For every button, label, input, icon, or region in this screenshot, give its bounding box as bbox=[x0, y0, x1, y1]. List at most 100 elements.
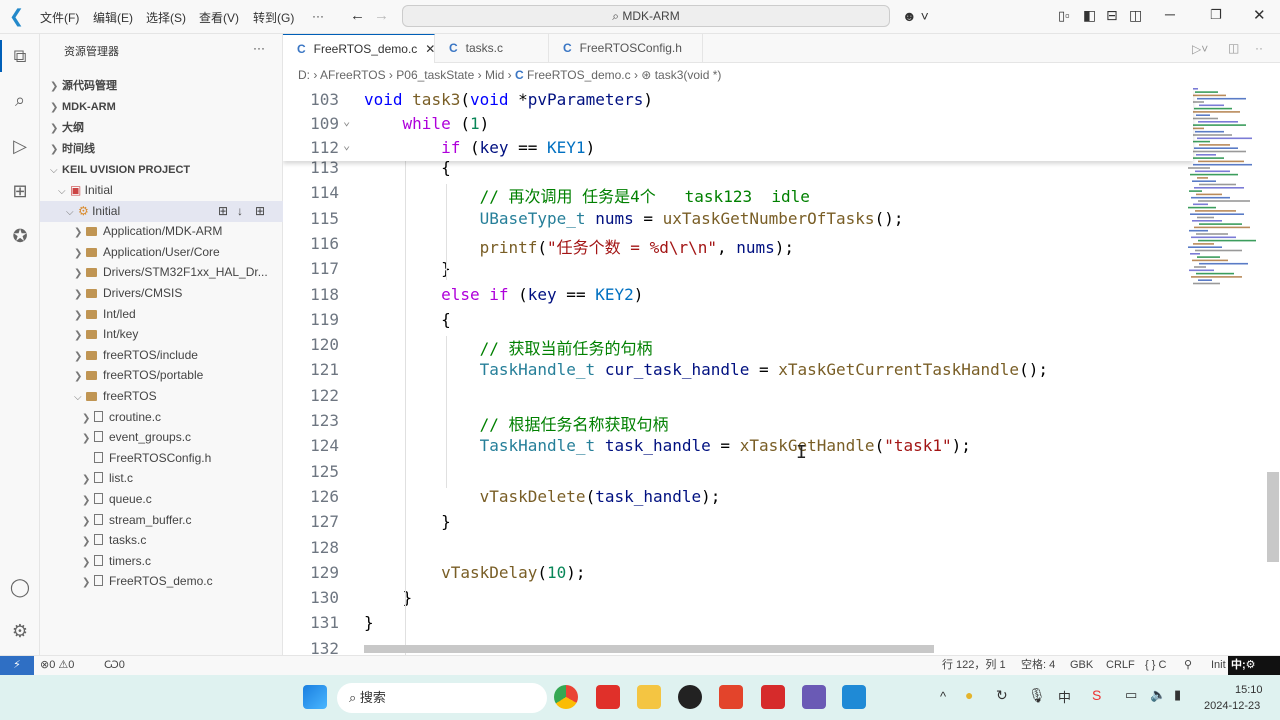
keil-uvision-icon[interactable] bbox=[802, 685, 826, 709]
horizontal-scrollbar-thumb[interactable] bbox=[364, 645, 934, 653]
tree-folder[interactable]: ❯ freeRTOS/portable bbox=[40, 365, 283, 386]
tree-folder[interactable]: ❯ Int/key bbox=[40, 324, 283, 345]
command-center-search[interactable]: ⌕ MDK-ARM bbox=[402, 5, 890, 27]
tree-folder[interactable]: ❯ Drivers/STM32F1xx_HAL_Dr... bbox=[40, 262, 283, 283]
restore-icon[interactable]: ❐ bbox=[1210, 7, 1222, 23]
sidebar-section[interactable]: ❯ MDK-ARM bbox=[40, 96, 283, 117]
tab-freertos_demo-c[interactable]: C FreeRTOS_demo.c ✕ bbox=[283, 34, 435, 63]
toggle-panel-icon[interactable]: ⊟ bbox=[1106, 7, 1118, 24]
keil-icon[interactable]: ✪ bbox=[8, 224, 32, 248]
init-status[interactable]: Init bbox=[1211, 656, 1226, 675]
menu-item[interactable]: 查看(V) bbox=[199, 9, 239, 26]
copilot-icon[interactable]: ☻ ˅ bbox=[902, 8, 929, 24]
back-arrow-icon[interactable]: ← bbox=[350, 7, 365, 24]
start-button-icon[interactable] bbox=[303, 685, 327, 709]
tree-folder[interactable]: ❯ freeRTOS/include bbox=[40, 345, 283, 366]
chrome-icon[interactable] bbox=[554, 685, 578, 709]
menu-item[interactable]: ··· bbox=[312, 9, 324, 23]
sidebar-section[interactable]: ❯ 源代码管理 bbox=[40, 75, 283, 96]
menu-item[interactable]: 选择(S) bbox=[146, 9, 186, 26]
close-tab-icon[interactable]: ✕ bbox=[425, 42, 435, 56]
wps-icon[interactable] bbox=[596, 685, 620, 709]
vscode-taskbar-icon[interactable] bbox=[842, 685, 866, 709]
tree-file[interactable]: FreeRTOSConfig.h bbox=[40, 448, 283, 469]
file-explorer-icon[interactable] bbox=[637, 685, 661, 709]
microphone-icon[interactable]: 🎙 bbox=[1028, 687, 1046, 704]
tree-item-target[interactable]: ⌵ ⚙ Initial ⊞ ↓ ⊞ bbox=[40, 200, 283, 222]
cursor-position[interactable]: 行 122，列 1 bbox=[942, 656, 1006, 675]
run-icon[interactable]: ▷˅ bbox=[1192, 42, 1208, 56]
minimize-icon[interactable]: ─ bbox=[1165, 6, 1175, 22]
sidebar-section[interactable]: ⌵ KEIL UVISION PROJECT bbox=[40, 159, 283, 180]
taskbar-search[interactable]: ⌕ 搜索 bbox=[337, 683, 547, 713]
tab-freertosconfig-h[interactable]: C FreeRTOSConfig.h bbox=[549, 34, 703, 63]
fold-chevron-icon[interactable]: ⌄ bbox=[343, 114, 350, 128]
language-mode[interactable]: { } C bbox=[1145, 656, 1166, 675]
split-editor-icon[interactable]: ◫ bbox=[1228, 41, 1239, 55]
account-icon[interactable]: ◯ bbox=[8, 575, 32, 599]
toggle-sidebar-icon[interactable]: ◧ bbox=[1083, 7, 1096, 24]
tree-file[interactable]: ❯ croutine.c bbox=[40, 407, 283, 428]
fold-chevron-icon[interactable]: ⌄ bbox=[343, 138, 350, 152]
layout-customize-icon[interactable]: ▯▫ bbox=[1058, 8, 1070, 24]
more-actions-button[interactable]: ··· bbox=[253, 41, 265, 55]
code-editor[interactable]: 103 void task3(void *pvParameters) 109 ⌄ wh… bbox=[283, 88, 1280, 655]
tray-chevron-icon[interactable]: ^ bbox=[940, 689, 946, 704]
sidebar-section[interactable]: ❯ 时间线 bbox=[40, 138, 283, 159]
close-window-icon[interactable]: ✕ bbox=[1253, 6, 1266, 24]
breadcrumb-item[interactable]: Mid bbox=[485, 68, 504, 82]
sogou-icon[interactable]: S bbox=[1092, 687, 1101, 703]
settings-gear-icon[interactable]: ⚙ bbox=[8, 619, 32, 643]
extensions-icon[interactable]: ⊞ bbox=[8, 179, 32, 203]
ime-tray-icon[interactable]: 中 bbox=[1058, 687, 1071, 706]
menu-item[interactable]: 转到(G) bbox=[253, 9, 294, 26]
ports-status[interactable]: Ѡ0 bbox=[104, 656, 125, 675]
vertical-scrollbar-thumb[interactable] bbox=[1267, 472, 1279, 562]
ime-indicator[interactable]: 中;⚙ bbox=[1228, 656, 1280, 675]
clock-date[interactable]: 2024-12-23 bbox=[1204, 700, 1260, 712]
tree-file[interactable]: ❯ FreeRTOS_demo.c bbox=[40, 571, 283, 592]
line-ending[interactable]: CRLF bbox=[1106, 656, 1135, 675]
app-icon[interactable] bbox=[719, 685, 743, 709]
sync-icon[interactable]: ↻ bbox=[996, 687, 1008, 704]
minimap[interactable] bbox=[1188, 88, 1268, 298]
search-icon[interactable]: ⌕ bbox=[8, 88, 32, 112]
menu-item[interactable]: 编辑(E) bbox=[93, 9, 133, 26]
indentation[interactable]: 空格: 4 bbox=[1021, 656, 1055, 675]
sticky-scroll[interactable]: 103 void task3(void *pvParameters) 109 ⌄ wh… bbox=[283, 88, 1193, 161]
tree-item-project[interactable]: ⌵ ▣ Initial bbox=[40, 180, 283, 201]
battery-icon[interactable]: ▮ bbox=[1174, 687, 1181, 703]
network-icon[interactable]: ▭ bbox=[1125, 687, 1137, 703]
clock-time[interactable]: 15:10 bbox=[1235, 684, 1263, 696]
notifications-icon[interactable]: ⚲ bbox=[1184, 656, 1192, 675]
forward-arrow-icon[interactable]: → bbox=[374, 7, 389, 24]
tree-folder[interactable]: ⌵ freeRTOS bbox=[40, 386, 283, 407]
tree-folder[interactable]: ❯ Int/led bbox=[40, 304, 283, 325]
build-icon[interactable]: ⊞ bbox=[218, 201, 228, 222]
tree-file[interactable]: ❯ stream_buffer.c bbox=[40, 510, 283, 531]
explorer-icon[interactable]: ⧉ bbox=[8, 44, 32, 68]
app-icon-2[interactable] bbox=[761, 685, 785, 709]
rebuild-icon[interactable]: ⊞ bbox=[255, 201, 265, 222]
breadcrumb-item[interactable]: FreeRTOS_demo.c bbox=[527, 68, 631, 82]
breadcrumb-item[interactable]: AFreeRTOS bbox=[320, 68, 386, 82]
sidebar-section[interactable]: ❯ 大纲 bbox=[40, 117, 283, 138]
download-icon[interactable]: ↓ bbox=[237, 201, 243, 222]
breadcrumb-item[interactable]: task3(void *) bbox=[655, 68, 722, 82]
weather-icon[interactable]: ● bbox=[965, 687, 973, 703]
more-icon[interactable]: ·· bbox=[1255, 41, 1263, 55]
run-debug-icon[interactable]: ▷ bbox=[8, 134, 32, 158]
tree-file[interactable]: ❯ timers.c bbox=[40, 551, 283, 572]
tree-file[interactable]: ❯ event_groups.c bbox=[40, 427, 283, 448]
toggle-secondary-sidebar-icon[interactable]: ◫ bbox=[1129, 7, 1142, 24]
menu-item[interactable]: 文件(F) bbox=[40, 9, 79, 26]
encoding[interactable]: GBK bbox=[1070, 656, 1093, 675]
tree-folder[interactable]: ❯ Application/User/Core bbox=[40, 242, 283, 263]
volume-icon[interactable]: 🔈 bbox=[1150, 687, 1166, 703]
problems-status[interactable]: ⊗0 ⚠0 bbox=[40, 656, 74, 675]
tree-folder[interactable]: ❯ Application/MDK-ARM bbox=[40, 221, 283, 242]
tree-file[interactable]: ❯ list.c bbox=[40, 468, 283, 489]
tree-folder[interactable]: ❯ Drivers/CMSIS bbox=[40, 283, 283, 304]
tab-tasks-c[interactable]: Ctasks.c bbox=[435, 34, 549, 63]
tree-file[interactable]: ❯ queue.c bbox=[40, 489, 283, 510]
